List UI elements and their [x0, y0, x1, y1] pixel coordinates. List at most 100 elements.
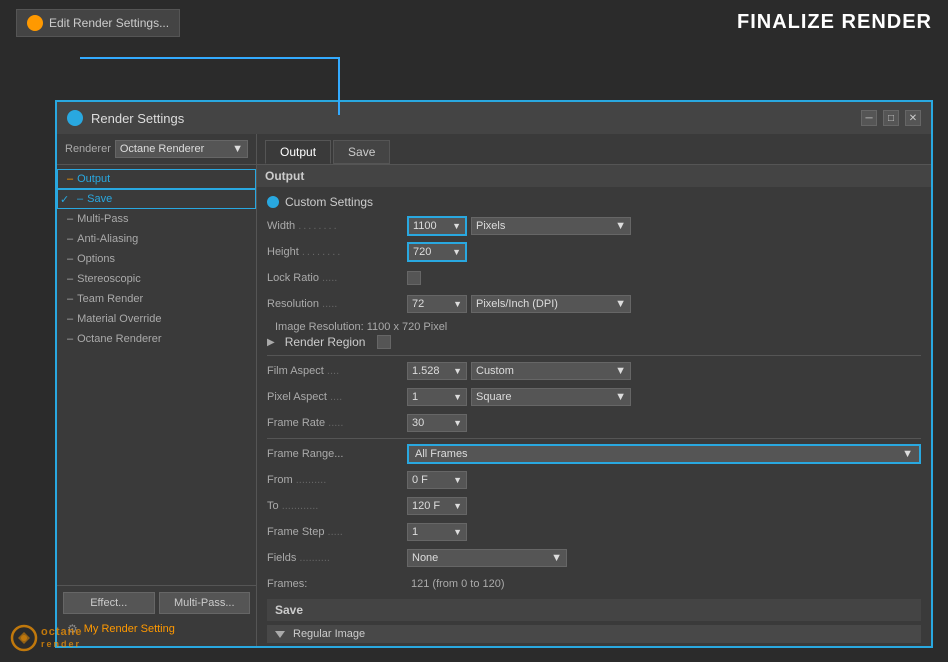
render-region-triangle: ▶: [267, 337, 275, 348]
width-row: Width ........ 1100 ▼ Pixels ▼: [267, 215, 921, 237]
frame-rate-arrow: ▼: [453, 418, 462, 428]
close-button[interactable]: ✕: [905, 110, 921, 126]
render-setting-row: ⚙ My Render Setting: [63, 618, 250, 640]
nav-item-octanerenderer[interactable]: – Octane Renderer: [57, 329, 256, 349]
nav-label-teamrender: Team Render: [77, 293, 143, 305]
to-arrow: ▼: [453, 501, 462, 511]
nav-item-save[interactable]: ✓ – Save: [57, 189, 256, 209]
pixels-dropdown[interactable]: Pixels ▼: [471, 217, 631, 235]
custom-radio[interactable]: [267, 196, 279, 208]
to-label: To ............: [267, 500, 407, 512]
frames-info-row: Frames: 121 (from 0 to 120): [267, 573, 921, 595]
tab-output[interactable]: Output: [265, 140, 331, 164]
frame-range-arrow: ▼: [902, 448, 913, 460]
frame-step-input[interactable]: 1 ▼: [407, 523, 467, 541]
image-resolution-row: Image Resolution: 1100 x 720 Pixel: [267, 319, 921, 335]
tab-save[interactable]: Save: [333, 140, 390, 164]
nav-dash-teamrender: –: [67, 293, 73, 305]
divider-1: [267, 355, 921, 356]
connector-vertical: [338, 57, 340, 115]
octane-text: octanerender: [41, 626, 82, 650]
regular-image-chevron: [275, 631, 285, 638]
lock-ratio-row: Lock Ratio .....: [267, 267, 921, 289]
film-aspect-input[interactable]: 1.528 ▼: [407, 362, 467, 380]
fields-value: None: [412, 552, 438, 564]
nav-item-output[interactable]: – Output: [57, 169, 256, 189]
nav-item-materialoverride[interactable]: – Material Override: [57, 309, 256, 329]
nav-dash-multipass: –: [67, 213, 73, 225]
frames-label: Frames:: [267, 578, 407, 590]
minimize-button[interactable]: ─: [861, 110, 877, 126]
film-aspect-label: Film Aspect ....: [267, 365, 407, 377]
render-region-label: Render Region: [285, 335, 366, 349]
output-section-label: Output: [265, 169, 304, 183]
maximize-icon: □: [888, 113, 894, 124]
fields-arrow: ▼: [551, 552, 562, 564]
pixel-aspect-mode: Square: [476, 391, 511, 403]
nav-items: – Output ✓ – Save – Multi-Pass – Anti-Al…: [57, 165, 256, 585]
lock-ratio-checkbox[interactable]: [407, 271, 421, 285]
render-region-row: ▶ Render Region: [267, 335, 921, 349]
pixel-aspect-mode-dropdown[interactable]: Square ▼: [471, 388, 631, 406]
frame-range-row: Frame Range... All Frames ▼: [267, 443, 921, 465]
nav-dash-antialiasing: –: [67, 233, 73, 245]
height-row: Height ........ 720 ▼: [267, 241, 921, 263]
pixel-aspect-input[interactable]: 1 ▼: [407, 388, 467, 406]
sidebar-bottom-btns: Effect... Multi-Pass...: [63, 592, 250, 614]
maximize-button[interactable]: □: [883, 110, 899, 126]
render-region-checkbox[interactable]: [377, 335, 391, 349]
resolution-arrow: ▼: [453, 299, 462, 309]
film-aspect-mode: Custom: [476, 365, 514, 377]
finalize-title: FINALIZE RENDER: [737, 11, 932, 34]
nav-item-options[interactable]: – Options: [57, 249, 256, 269]
fields-controls: None ▼: [407, 549, 921, 567]
render-icon: [27, 15, 43, 31]
nav-label-antialiasing: Anti-Aliasing: [77, 233, 138, 245]
nav-label-multipass: Multi-Pass: [77, 213, 128, 225]
frame-rate-label: Frame Rate .....: [267, 417, 407, 429]
from-controls: 0 F ▼: [407, 471, 921, 489]
to-input[interactable]: 120 F ▼: [407, 497, 467, 515]
edit-render-button[interactable]: Edit Render Settings...: [16, 9, 180, 37]
renderer-select[interactable]: Octane Renderer ▼: [115, 140, 248, 158]
window-body: Renderer Octane Renderer ▼ – Output ✓ – …: [57, 134, 931, 646]
pixel-aspect-arrow: ▼: [453, 392, 462, 402]
film-aspect-mode-arrow: ▼: [615, 365, 626, 377]
resolution-controls: 72 ▼ Pixels/Inch (DPI) ▼: [407, 295, 921, 313]
nav-label-stereo: Stereoscopic: [77, 273, 141, 285]
nav-label-matoverride: Material Override: [77, 313, 161, 325]
nav-item-stereoscopic[interactable]: – Stereoscopic: [57, 269, 256, 289]
resolution-unit-dropdown[interactable]: Pixels/Inch (DPI) ▼: [471, 295, 631, 313]
height-value: 720: [413, 246, 431, 258]
multipass-button[interactable]: Multi-Pass...: [159, 592, 251, 614]
title-bar-left: Render Settings: [67, 110, 184, 126]
from-input[interactable]: 0 F ▼: [407, 471, 467, 489]
title-controls: ─ □ ✕: [861, 110, 921, 126]
height-input[interactable]: 720 ▼: [407, 242, 467, 262]
frame-range-dropdown[interactable]: All Frames ▼: [407, 444, 921, 464]
fields-label: Fields ..........: [267, 552, 407, 564]
tab-output-label: Output: [280, 145, 316, 159]
frame-step-controls: 1 ▼: [407, 523, 921, 541]
film-aspect-mode-dropdown[interactable]: Custom ▼: [471, 362, 631, 380]
save-section-label: Save: [275, 603, 303, 617]
content-area[interactable]: Custom Settings Width ........ 1100 ▼: [257, 187, 931, 646]
pixel-aspect-mode-arrow: ▼: [615, 391, 626, 403]
custom-settings-row: Custom Settings: [267, 195, 921, 209]
lock-ratio-label: Lock Ratio .....: [267, 272, 407, 284]
effect-button[interactable]: Effect...: [63, 592, 155, 614]
frame-rate-input[interactable]: 30 ▼: [407, 414, 467, 432]
regular-image-label: Regular Image: [293, 628, 365, 640]
film-aspect-value: 1.528: [412, 365, 440, 377]
tab-save-label: Save: [348, 145, 375, 159]
nav-item-teamrender[interactable]: – Team Render: [57, 289, 256, 309]
width-input[interactable]: 1100 ▼: [407, 216, 467, 236]
film-aspect-row: Film Aspect .... 1.528 ▼ Custom ▼: [267, 360, 921, 382]
nav-item-multipass[interactable]: – Multi-Pass: [57, 209, 256, 229]
nav-item-antialiasing[interactable]: – Anti-Aliasing: [57, 229, 256, 249]
resolution-input[interactable]: 72 ▼: [407, 295, 467, 313]
resolution-row: Resolution ..... 72 ▼ Pixels/Inch (DPI) …: [267, 293, 921, 315]
close-icon: ✕: [909, 113, 917, 124]
to-value: 120 F: [412, 500, 440, 512]
fields-dropdown[interactable]: None ▼: [407, 549, 567, 567]
